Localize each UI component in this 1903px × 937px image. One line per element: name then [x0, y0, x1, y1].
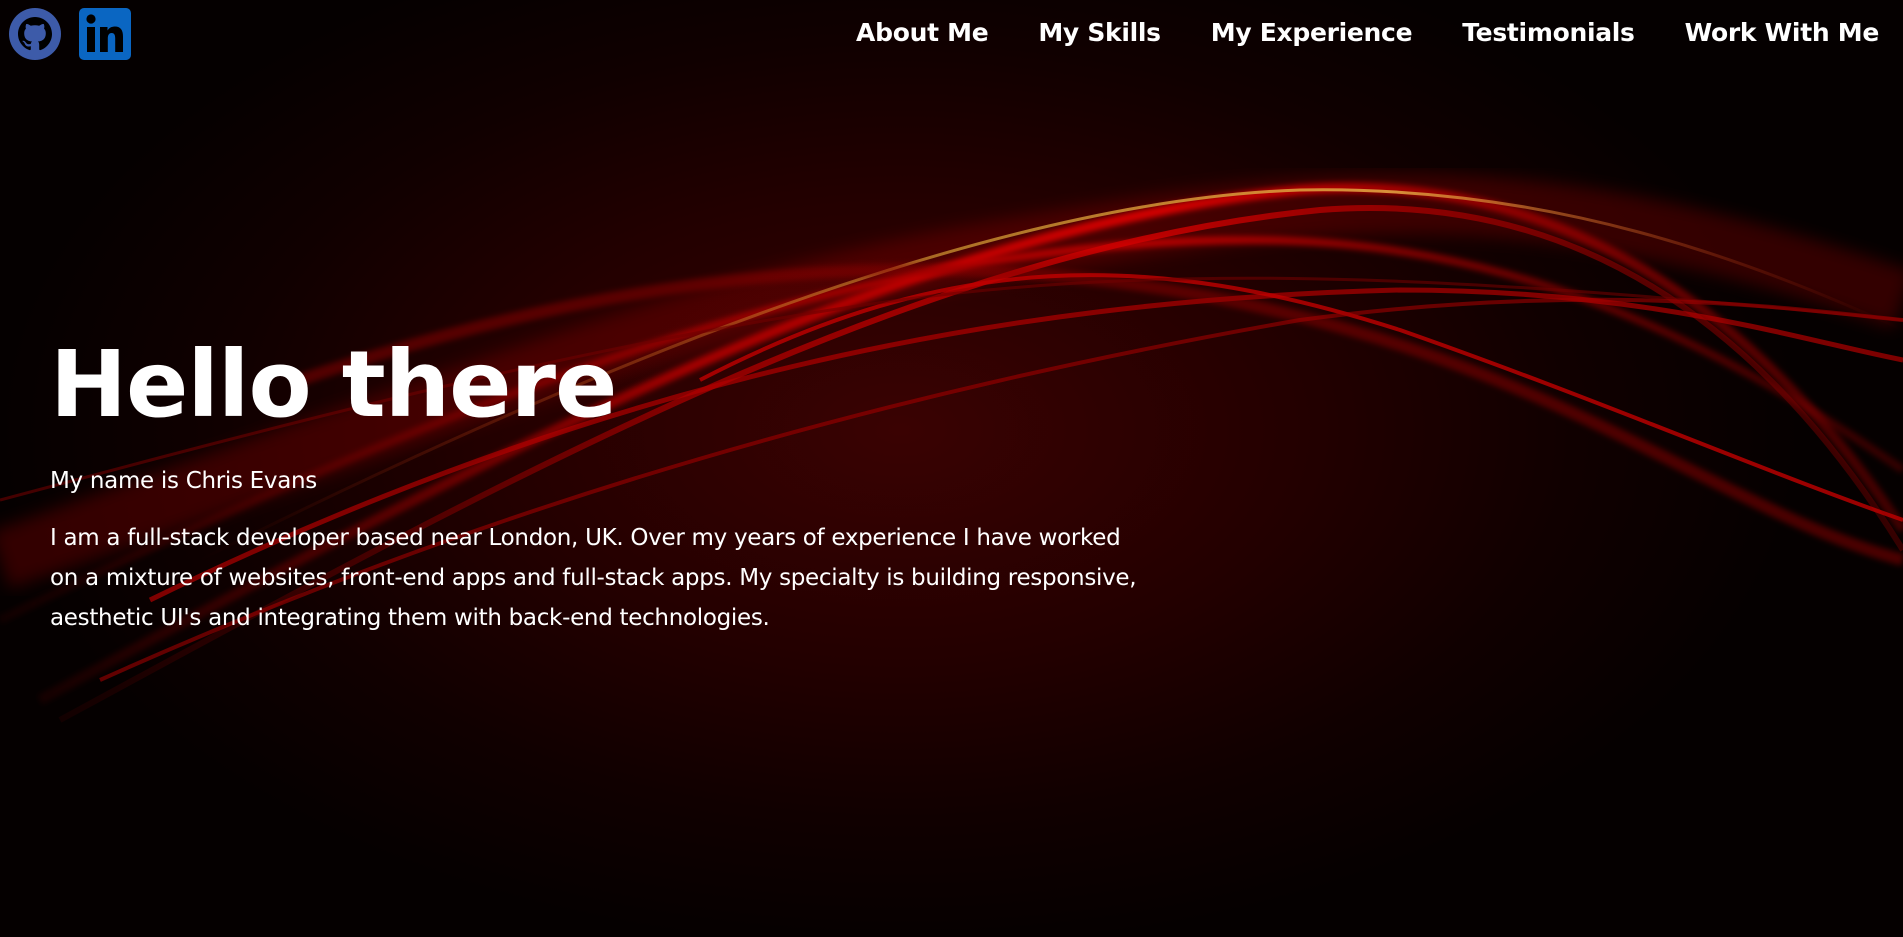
github-link[interactable] — [9, 8, 61, 60]
hero-title: Hello there — [50, 331, 617, 438]
nav-work-with-me[interactable]: Work With Me — [1685, 18, 1880, 47]
page: About Me My Skills My Experience Testimo… — [0, 0, 1903, 937]
linkedin-link[interactable] — [79, 8, 131, 60]
nav-my-skills[interactable]: My Skills — [1038, 18, 1161, 47]
nav-about-me[interactable]: About Me — [856, 18, 989, 47]
nav-testimonials[interactable]: Testimonials — [1462, 18, 1635, 47]
hero-bio: I am a full-stack developer based near L… — [50, 525, 1137, 631]
top-navigation-bar: About Me My Skills My Experience Testimo… — [0, 0, 1903, 78]
github-icon — [9, 8, 61, 60]
main-nav: About Me My Skills My Experience Testimo… — [856, 18, 1879, 47]
social-links — [9, 8, 131, 60]
linkedin-icon — [79, 8, 131, 60]
nav-my-experience[interactable]: My Experience — [1211, 18, 1413, 47]
hero-name: My name is Chris Evans — [50, 468, 317, 494]
hero-section: Hello there My name is Chris Evans I am … — [50, 330, 1150, 638]
